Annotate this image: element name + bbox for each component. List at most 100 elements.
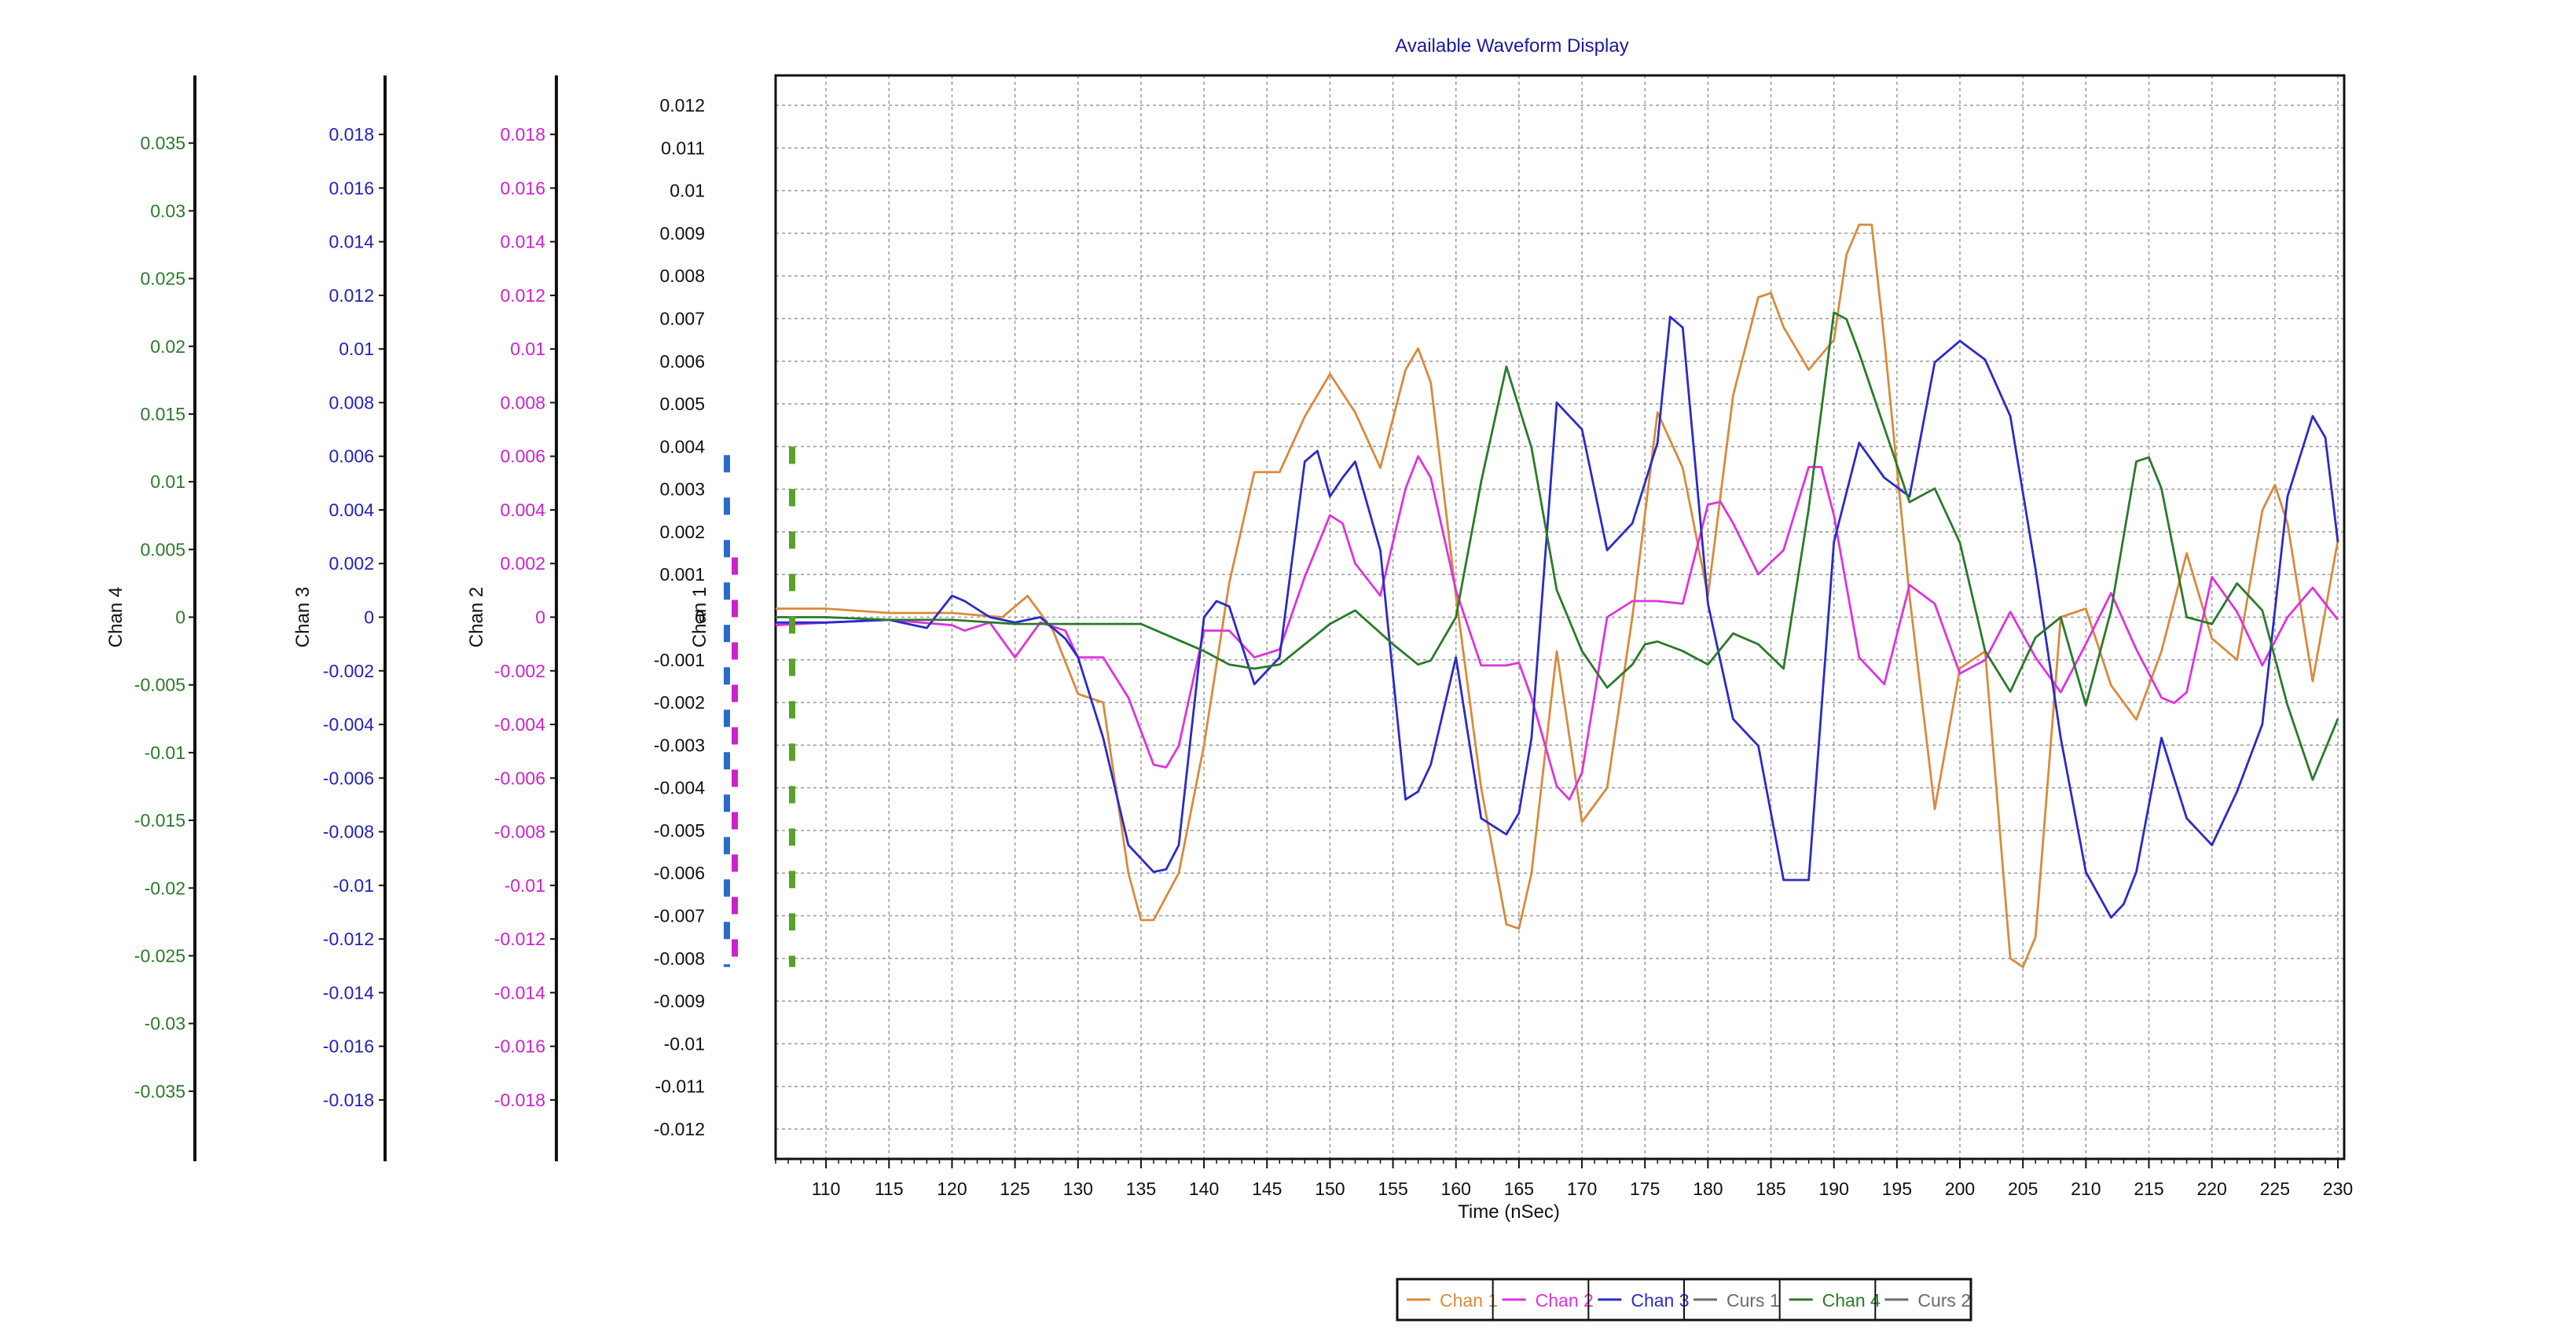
legend-item-chan-1[interactable]: Chan 1 [1440, 1290, 1498, 1311]
x-tick-label: 125 [1000, 1179, 1029, 1199]
chan4-tick-label: 0.005 [140, 539, 185, 559]
channel-markers [724, 446, 795, 967]
chan1-tick-label: -0.002 [654, 692, 705, 713]
chan3-tick-label: 0.016 [328, 178, 374, 198]
chan1-tick-label: 0.002 [659, 522, 705, 542]
chan3-tick-label: 0.014 [328, 232, 374, 252]
chan1-tick-label: -0.005 [654, 820, 705, 841]
chan2-tick-label: -0.018 [494, 1090, 545, 1110]
x-tick-label: 210 [2071, 1179, 2101, 1199]
chan2-tick-label: 0.018 [500, 124, 545, 145]
chan2-axis-title: Chan 2 [466, 587, 487, 647]
chan1-tick-label: 0.01 [670, 181, 705, 201]
chan1-axis-title: Chan 1 [689, 587, 710, 647]
chan1-tick-label: -0.007 [654, 906, 705, 926]
chan1-tick-label: -0.004 [654, 778, 705, 798]
series-chan-1 [776, 223, 2339, 969]
legend-item-chan-2[interactable]: Chan 2 [1536, 1290, 1594, 1311]
chan1-tick-label: -0.01 [664, 1033, 705, 1054]
chan3-tick-label: 0.004 [328, 500, 374, 520]
legend-item-curs-1[interactable]: Curs 1 [1727, 1290, 1780, 1311]
legend-item-chan-3[interactable]: Chan 3 [1631, 1290, 1689, 1311]
chan2-tick-label: 0.014 [500, 232, 545, 252]
chan4-tick-label: 0 [175, 607, 185, 628]
chan3-axis-title: Chan 3 [292, 587, 314, 647]
chan3-tick-label: -0.008 [323, 822, 374, 842]
x-tick-label: 205 [2008, 1179, 2038, 1199]
chan2-tick-label: 0.01 [510, 339, 545, 359]
chan4-axis-title: Chan 4 [105, 587, 127, 647]
x-tick-label: 175 [1630, 1179, 1660, 1199]
x-tick-label: 215 [2134, 1179, 2163, 1199]
chan1-tick-label: -0.006 [654, 863, 705, 883]
chan1-tick-label: -0.012 [654, 1119, 705, 1139]
chan3-tick-label: 0.008 [328, 392, 374, 412]
chan2-tick-label: 0.002 [500, 553, 545, 574]
chan1-tick-label: -0.011 [655, 1076, 705, 1097]
chan1-tick-label: 0.007 [659, 308, 705, 328]
chan3-tick-label: -0.014 [323, 982, 374, 1003]
chan1-tick-label: 0.011 [661, 138, 705, 158]
chan2-tick-label: 0.016 [500, 178, 545, 198]
x-tick-label: 170 [1567, 1179, 1597, 1199]
x-tick-label: 230 [2323, 1179, 2353, 1199]
chan3-tick-label: -0.016 [323, 1036, 374, 1057]
chan2-tick-label: -0.012 [494, 929, 545, 949]
series-chan-2 [775, 455, 2339, 801]
chan1-tick-label: 0.004 [659, 436, 705, 456]
x-tick-label: 120 [937, 1179, 967, 1199]
legend[interactable]: Chan 1 Chan 2 Chan 3 Curs 1 Chan 4 Curs 2 [1396, 1278, 1972, 1322]
x-tick-label: 140 [1189, 1179, 1219, 1199]
chan2-tick-label: 0.008 [500, 392, 545, 412]
chan3-tick-label: -0.01 [333, 875, 374, 896]
chan2-tick-label: 0.004 [500, 500, 545, 520]
chan4-tick-label: 0.02 [150, 336, 185, 357]
x-tick-label: 160 [1441, 1179, 1471, 1199]
chan3-tick-label: -0.004 [323, 714, 374, 735]
chan1-tick-label: -0.009 [654, 991, 705, 1011]
chart-title: Available Waveform Display [1395, 35, 1628, 57]
x-tick-label: 135 [1126, 1179, 1156, 1199]
x-tick-label: 225 [2260, 1179, 2290, 1199]
chan4-tick-label: -0.035 [134, 1081, 185, 1102]
x-tick-label: 200 [1945, 1179, 1975, 1199]
chan1-tick-label: 0.005 [659, 394, 705, 414]
chan4-tick-label: -0.015 [134, 810, 185, 830]
chan3-tick-label: 0.01 [339, 339, 374, 359]
chan3-tick-label: 0.018 [328, 124, 374, 145]
x-axis-label: Time (nSec) [1458, 1201, 1560, 1223]
chan3-tick-label: 0 [364, 607, 374, 628]
chan4-tick-label: 0.035 [140, 133, 185, 153]
x-tick-label: 150 [1315, 1179, 1345, 1199]
chan3-tick-label: 0.012 [328, 285, 374, 306]
chan3-tick-label: -0.006 [323, 768, 374, 788]
x-tick-label: 115 [875, 1179, 904, 1199]
chan4-tick-label: 0.01 [150, 471, 185, 492]
chan2-tick-label: 0.006 [500, 446, 545, 467]
chan4-tick-label: 0.015 [140, 404, 185, 424]
chan4-tick-label: -0.005 [134, 675, 185, 695]
chan3-tick-label: 0.002 [328, 553, 374, 574]
chan2-tick-label: 0.012 [500, 285, 545, 306]
chan3-tick-label: -0.002 [323, 661, 374, 681]
chan3-tick-label: 0.006 [328, 446, 374, 467]
legend-item-curs-2[interactable]: Curs 2 [1917, 1290, 1971, 1311]
chan3-tick-label: -0.018 [323, 1090, 374, 1110]
chan2-tick-label: -0.016 [494, 1036, 545, 1057]
chan2-tick-label: -0.01 [505, 875, 545, 896]
x-tick-label: 145 [1252, 1179, 1282, 1199]
chan2-tick-label: 0 [535, 607, 545, 628]
chan2-tick-label: -0.002 [494, 661, 545, 681]
chan3-tick-label: -0.012 [323, 929, 374, 949]
chan1-tick-label: 0.012 [659, 95, 705, 116]
chan2-tick-label: -0.004 [494, 714, 545, 735]
chan4-tick-label: -0.02 [145, 878, 185, 898]
chan4-tick-label: -0.025 [134, 945, 185, 966]
legend-item-chan-4[interactable]: Chan 4 [1822, 1290, 1881, 1311]
chan2-tick-label: -0.008 [494, 822, 545, 842]
x-tick-label: 180 [1693, 1179, 1723, 1199]
x-tick-label: 155 [1378, 1179, 1407, 1199]
chan2-tick-label: -0.014 [494, 982, 545, 1003]
chan2-tick-label: -0.006 [494, 768, 545, 788]
chan1-tick-label: -0.003 [654, 735, 705, 755]
